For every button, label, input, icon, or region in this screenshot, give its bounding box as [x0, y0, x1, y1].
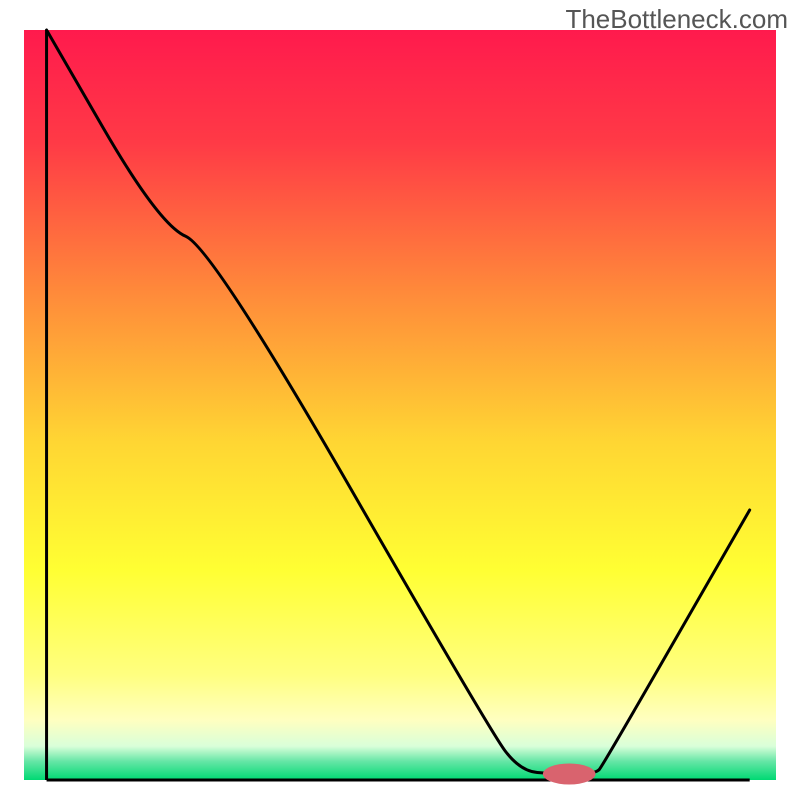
bottleneck-chart: TheBottleneck.com	[0, 0, 800, 800]
optimal-marker	[543, 764, 596, 785]
watermark-text: TheBottleneck.com	[565, 4, 788, 35]
chart-svg	[0, 0, 800, 800]
gradient-background	[24, 30, 776, 780]
